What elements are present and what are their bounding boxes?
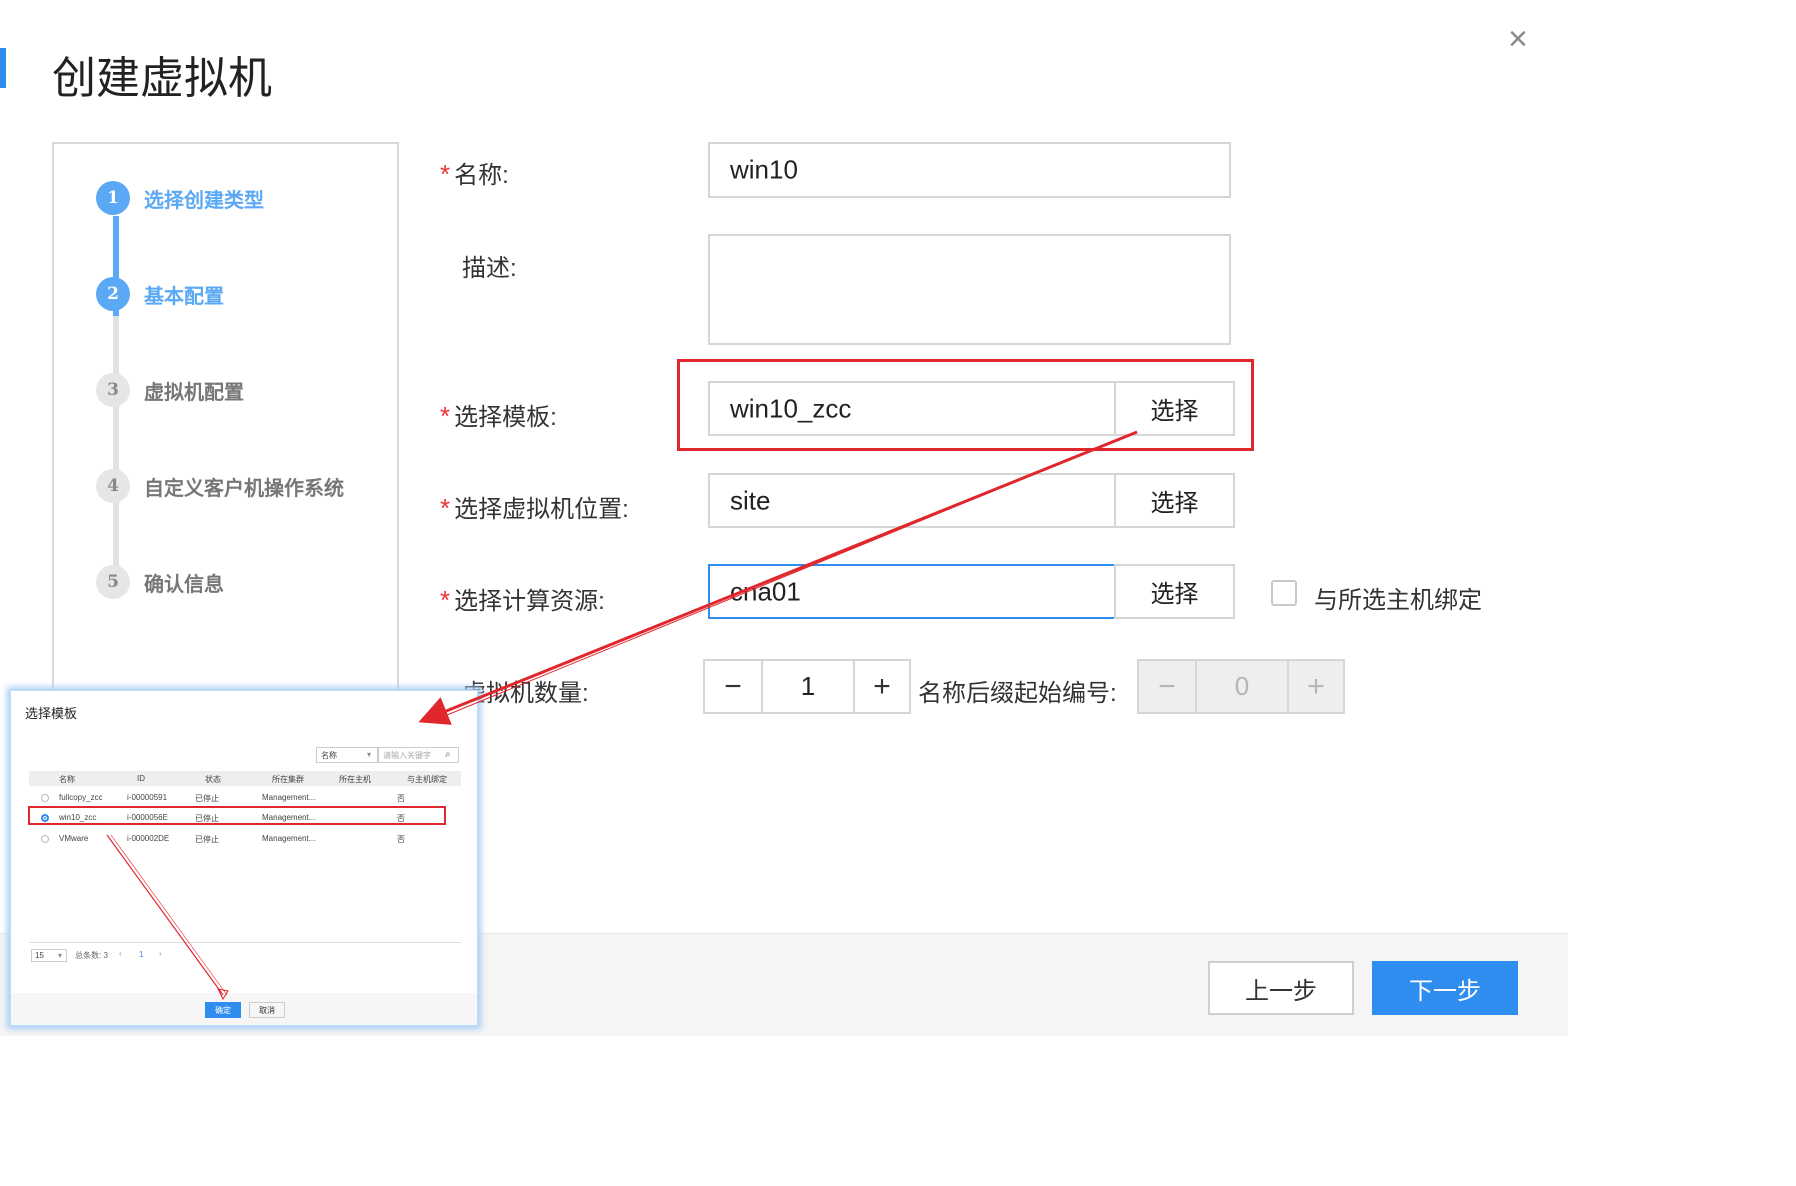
required-mark: * bbox=[440, 585, 451, 615]
compute-value: cna01 bbox=[730, 576, 801, 606]
description-label: 描述: bbox=[462, 255, 517, 282]
suffix-increment-button[interactable]: + bbox=[1287, 659, 1345, 714]
compute-input[interactable]: cna01 bbox=[708, 564, 1116, 619]
step-confirm[interactable]: 5 确认信息 bbox=[96, 562, 224, 602]
annotation-highlight-box bbox=[677, 359, 1254, 451]
compute-select-button[interactable]: 选择 bbox=[1114, 564, 1235, 619]
step-label: 确认信息 bbox=[144, 573, 224, 596]
close-icon[interactable]: × bbox=[1508, 22, 1528, 56]
location-value: site bbox=[730, 485, 771, 515]
suffix-input[interactable]: 0 bbox=[1195, 659, 1289, 714]
step-label: 虚拟机配置 bbox=[144, 381, 244, 404]
step-select-type[interactable]: 1 选择创建类型 bbox=[96, 178, 264, 218]
bind-host-label: 与所选主机绑定 bbox=[1314, 587, 1482, 614]
step-number: 4 bbox=[96, 469, 130, 503]
step-number: 2 bbox=[96, 277, 130, 311]
next-step-button[interactable]: 下一步 bbox=[1372, 961, 1518, 1015]
location-input[interactable]: site bbox=[708, 473, 1116, 528]
compute-label: * 选择计算资源: bbox=[440, 585, 605, 615]
location-label: * 选择虚拟机位置: bbox=[440, 493, 629, 523]
name-label: * 名称: bbox=[440, 159, 509, 189]
required-mark: * bbox=[440, 493, 451, 523]
dialog-title: 创建虚拟机 bbox=[52, 54, 272, 103]
title-accent-bar bbox=[0, 48, 6, 88]
count-increment-button[interactable]: + bbox=[853, 659, 911, 714]
suffix-decrement-button[interactable]: − bbox=[1137, 659, 1197, 714]
count-label: 虚拟机数量: bbox=[462, 680, 589, 707]
name-input[interactable]: win10 bbox=[708, 142, 1231, 198]
bind-host-checkbox[interactable] bbox=[1271, 580, 1297, 606]
step-number: 1 bbox=[96, 181, 130, 215]
step-number: 3 bbox=[96, 373, 130, 407]
required-mark: * bbox=[440, 159, 451, 189]
description-textarea[interactable] bbox=[708, 234, 1231, 345]
step-basic-config[interactable]: 2 基本配置 bbox=[96, 274, 224, 314]
name-value: win10 bbox=[730, 154, 798, 185]
step-number: 5 bbox=[96, 565, 130, 599]
step-connector bbox=[113, 316, 119, 586]
suffix-label: 名称后缀起始编号: bbox=[918, 680, 1117, 707]
step-label: 基本配置 bbox=[144, 285, 224, 308]
inset-annotation-arrow bbox=[106, 834, 229, 1001]
previous-step-button[interactable]: 上一步 bbox=[1208, 961, 1354, 1015]
count-decrement-button[interactable]: − bbox=[703, 659, 763, 714]
step-vm-config[interactable]: 3 虚拟机配置 bbox=[96, 370, 244, 410]
template-label: * 选择模板: bbox=[440, 401, 557, 431]
step-label: 选择创建类型 bbox=[144, 189, 264, 212]
count-input[interactable]: 1 bbox=[761, 659, 855, 714]
step-label: 自定义客户机操作系统 bbox=[144, 477, 344, 500]
required-mark: * bbox=[440, 401, 451, 431]
step-custom-os[interactable]: 4 自定义客户机操作系统 bbox=[96, 466, 344, 506]
location-select-button[interactable]: 选择 bbox=[1114, 473, 1235, 528]
steps-panel: 1 选择创建类型 2 基本配置 3 虚拟机配置 4 自定义客户机操作系统 5 确… bbox=[52, 142, 399, 702]
template-dialog-inset: 选择模板 名称 ▾ 请输入关键字 ⌕ 名称 ID 状态 所在集群 所在主机 与主… bbox=[10, 690, 478, 1026]
